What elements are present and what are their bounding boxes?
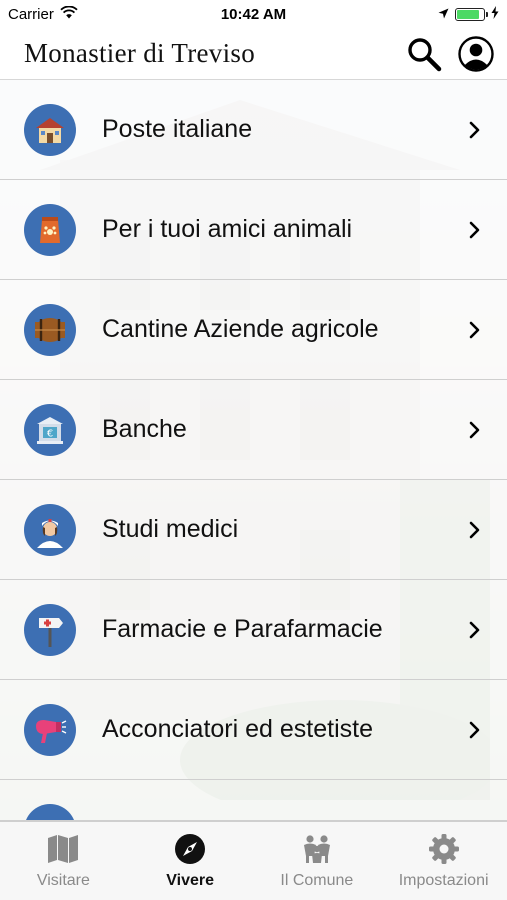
list-item-label: Cantine Aziende agricole — [102, 315, 379, 343]
barrel-icon — [24, 303, 76, 356]
list-item-farmacie[interactable]: Farmacie e Parafarmacie — [0, 580, 507, 680]
battery-level — [457, 9, 480, 19]
chevron-right-icon — [465, 221, 485, 239]
tab-vivere[interactable]: Vivere — [127, 822, 254, 900]
chevron-right-icon — [465, 421, 485, 439]
list-item-label: Studi medici — [102, 515, 239, 543]
list-item-label: Banche — [102, 415, 187, 443]
svg-text:€: € — [47, 428, 53, 439]
carrier-label: Carrier — [8, 5, 54, 23]
chevron-right-icon — [465, 521, 485, 539]
tab-label: Il Comune — [280, 872, 354, 889]
tab-label: Vivere — [166, 872, 214, 889]
post-office-icon — [24, 103, 76, 156]
nurse-icon — [24, 503, 76, 556]
chevron-right-icon — [465, 321, 485, 339]
list-item-medici[interactable]: Studi medici — [0, 480, 507, 580]
content-area[interactable]: Poste italiane Per i tuoi amici animali — [0, 80, 507, 821]
status-bar: Carrier 10:42 AM — [0, 0, 507, 28]
compass-icon — [173, 832, 207, 866]
list-item-label: Poste italiane — [102, 115, 253, 143]
nav-bar: Monastier di Treviso — [0, 28, 507, 80]
tab-visitare[interactable]: Visitare — [0, 822, 127, 900]
list-item-banche[interactable]: € Banche — [0, 380, 507, 480]
location-arrow-icon — [438, 6, 449, 23]
search-icon — [408, 37, 442, 71]
hairdryer-icon — [24, 703, 76, 756]
people-icon — [300, 832, 334, 866]
chevron-right-icon — [465, 121, 485, 139]
profile-button[interactable] — [457, 35, 495, 73]
list-item-icon — [24, 804, 76, 820]
tab-impostazioni[interactable]: Impostazioni — [380, 822, 507, 900]
map-icon — [46, 832, 80, 866]
list-item-label: Farmacie e Parafarmacie — [102, 615, 383, 643]
status-right — [438, 5, 499, 23]
bank-icon: € — [24, 403, 76, 456]
status-left: Carrier — [8, 5, 78, 23]
user-icon — [458, 35, 494, 72]
gear-icon — [427, 832, 461, 866]
nav-actions — [405, 35, 495, 73]
wifi-icon — [60, 5, 78, 23]
tab-label: Visitare — [36, 872, 90, 889]
tab-bar: Visitare Vivere Il Comune Impostazioni — [0, 821, 507, 900]
list-item-acconciatori[interactable]: Acconciatori ed estetiste — [0, 680, 507, 780]
pharmacy-sign-icon — [24, 603, 76, 656]
battery-icon — [455, 7, 488, 21]
chevron-right-icon — [465, 621, 485, 639]
list-item-cantine[interactable]: Cantine Aziende agricole — [0, 280, 507, 380]
charging-bolt-icon — [491, 5, 499, 23]
search-button[interactable] — [405, 35, 443, 73]
pet-food-icon — [24, 203, 76, 256]
list-item-label: Acconciatori ed estetiste — [102, 715, 373, 743]
list-item-partial[interactable] — [0, 780, 507, 821]
tab-il-comune[interactable]: Il Comune — [254, 822, 381, 900]
page-title: Monastier di Treviso — [24, 38, 256, 68]
list-item-label: Per i tuoi amici animali — [102, 215, 353, 243]
list-item-animali[interactable]: Per i tuoi amici animali — [0, 180, 507, 280]
list-item-poste[interactable]: Poste italiane — [0, 80, 507, 180]
tab-label: Impostazioni — [398, 872, 489, 889]
chevron-right-icon — [465, 721, 485, 739]
category-list: Poste italiane Per i tuoi amici animali — [0, 80, 507, 821]
